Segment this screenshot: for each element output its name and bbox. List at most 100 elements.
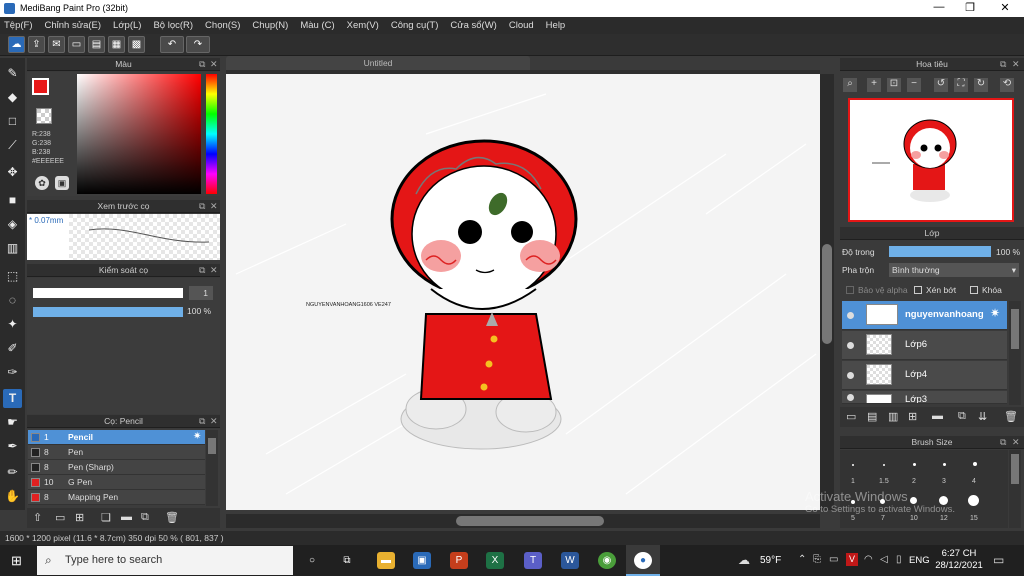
cortana-icon[interactable]: ○ xyxy=(303,552,321,569)
battery-icon[interactable]: ▯ xyxy=(896,554,902,565)
popout-icon[interactable]: ⧉ xyxy=(199,264,205,277)
palette-icon[interactable]: ✿ xyxy=(35,176,49,190)
size-dot-2[interactable] xyxy=(913,463,916,466)
menu-cloud[interactable]: Cloud xyxy=(509,17,540,34)
popout-icon[interactable]: ⧉ xyxy=(1000,58,1006,71)
popout-icon[interactable]: ⧉ xyxy=(199,200,205,213)
chevron-up-icon[interactable]: ⌃ xyxy=(798,554,806,565)
maximize-button[interactable]: ❐ xyxy=(955,1,985,14)
rotate-left-icon[interactable]: ↺ xyxy=(934,78,948,92)
menu-select[interactable]: Chọn(S) xyxy=(205,17,246,34)
zoom-out-icon[interactable]: − xyxy=(907,78,921,92)
file-explorer-icon[interactable]: ▬ xyxy=(377,552,395,569)
close-panel-icon[interactable]: ✕ xyxy=(210,200,218,213)
opacity-slider[interactable] xyxy=(33,307,183,317)
medibang-task[interactable]: ● xyxy=(626,545,660,576)
menu-help[interactable]: Help xyxy=(546,17,572,34)
weather-icon[interactable]: ☁ xyxy=(738,553,750,567)
layer-opacity-slider[interactable] xyxy=(889,246,991,257)
settings-icon[interactable]: ✷ xyxy=(193,431,201,442)
size-value[interactable]: 1 xyxy=(189,286,213,300)
task-view-icon[interactable]: ⧉ xyxy=(338,552,356,569)
duplicate-layer-icon[interactable]: ⧉ xyxy=(958,410,966,423)
gradient-tool-icon[interactable]: ▥ xyxy=(3,239,22,258)
new-color-layer-icon[interactable]: ▥ xyxy=(888,410,898,423)
clipping-checkbox[interactable] xyxy=(914,286,922,294)
menu-view[interactable]: Xem(V) xyxy=(347,17,385,34)
page-icon[interactable]: ▭ xyxy=(68,36,85,53)
hand-tool-icon[interactable]: ✋ xyxy=(3,487,22,506)
fill-rect-icon[interactable]: ■ xyxy=(3,191,22,210)
operation-tool-icon[interactable]: ☛ xyxy=(3,413,22,432)
folder-icon[interactable]: ▬ xyxy=(121,511,132,523)
brush-item-pen-sharp[interactable]: 8 Pen (Sharp) xyxy=(28,460,205,475)
popout-icon[interactable]: ⧉ xyxy=(199,58,205,71)
size-dot-15[interactable] xyxy=(968,495,979,506)
hue-slider[interactable] xyxy=(206,74,217,194)
menu-file[interactable]: Tệp(F) xyxy=(4,17,39,34)
size-slider[interactable] xyxy=(33,288,183,298)
fullscreen-icon[interactable]: ⛶ xyxy=(954,78,968,92)
brush-tool-icon[interactable]: ✎ xyxy=(3,64,22,83)
notification-icon[interactable]: ▭ xyxy=(993,553,1004,567)
close-panel-icon[interactable]: ✕ xyxy=(210,415,218,428)
close-panel-icon[interactable]: ✕ xyxy=(210,58,218,71)
close-panel-icon[interactable]: ✕ xyxy=(1012,58,1020,71)
rotate-right-icon[interactable]: ↻ xyxy=(974,78,988,92)
eyedropper-icon[interactable]: ✒ xyxy=(3,437,22,456)
saturation-value-picker[interactable] xyxy=(77,74,201,194)
menu-color[interactable]: Màu (C) xyxy=(300,17,340,34)
canvas-tab[interactable]: Untitled xyxy=(226,56,530,70)
canvas-vertical-scrollbar[interactable] xyxy=(820,74,834,510)
undo-icon[interactable]: ↶ xyxy=(160,36,184,53)
zoom-in-icon[interactable]: + xyxy=(867,78,881,92)
brush-item-pencil[interactable]: 1 Pencil ✷ xyxy=(28,430,205,445)
size-dot-1[interactable] xyxy=(852,464,854,466)
wifi-icon[interactable]: ◠ xyxy=(864,554,873,565)
menu-layer[interactable]: Lớp(L) xyxy=(113,17,147,34)
select-pen-icon[interactable]: ✐ xyxy=(3,339,22,358)
merge-layer-icon[interactable]: ⇊ xyxy=(978,410,987,423)
size-dot-12[interactable] xyxy=(939,496,948,505)
select-eraser-icon[interactable]: ✑ xyxy=(3,363,22,382)
menu-snap[interactable]: Chụp(N) xyxy=(252,17,294,34)
minimize-button[interactable]: — xyxy=(924,1,954,13)
magic-wand-icon[interactable]: ✦ xyxy=(3,315,22,334)
reset-view-icon[interactable]: ⟲ xyxy=(1000,78,1014,92)
menu-filter[interactable]: Bộ lọc(R) xyxy=(153,17,199,34)
copy-brush-icon[interactable]: ❏ xyxy=(101,511,111,524)
lock-checkbox[interactable] xyxy=(970,286,978,294)
fit-icon[interactable]: ⊡ xyxy=(887,78,901,92)
layer-row[interactable]: Lớp4 xyxy=(842,361,1007,390)
new-brush-icon[interactable]: ▭ xyxy=(55,511,65,524)
delete-layer-icon[interactable]: 🗑 xyxy=(1004,410,1018,423)
size-dot-3[interactable] xyxy=(943,463,946,466)
new-halftone-layer-icon[interactable]: ▤ xyxy=(867,410,877,423)
close-button[interactable]: ✕ xyxy=(990,1,1020,14)
visibility-icon[interactable] xyxy=(847,312,854,319)
brush-item-pen[interactable]: 8 Pen xyxy=(28,445,205,460)
layer-row[interactable]: Lớp3 xyxy=(842,391,1007,404)
grid-icon[interactable]: ▦ xyxy=(108,36,125,53)
meet-icon[interactable]: ▭ xyxy=(829,554,838,565)
visibility-icon[interactable] xyxy=(847,372,854,379)
folder-icon[interactable]: ▬ xyxy=(932,410,943,422)
select-rect-icon[interactable]: ⬚ xyxy=(3,267,22,286)
vivaldi-icon[interactable]: V xyxy=(846,553,858,566)
taskbar-search[interactable]: ⌕ Type here to search xyxy=(37,546,293,575)
visibility-icon[interactable] xyxy=(847,342,854,349)
pen-tool-icon[interactable]: ✏ xyxy=(3,463,22,482)
duplicate-icon[interactable]: ⧉ xyxy=(141,511,149,524)
document-icon[interactable]: ▤ xyxy=(88,36,105,53)
excel-icon[interactable]: X xyxy=(486,552,504,569)
canvas[interactable]: NGUYENVANHOANG1606 VE247 xyxy=(226,74,820,510)
menu-edit[interactable]: Chỉnh sửa(E) xyxy=(45,17,108,34)
swatch-icon[interactable]: ▣ xyxy=(55,176,69,190)
size-dot-1-5[interactable] xyxy=(883,464,885,466)
close-panel-icon[interactable]: ✕ xyxy=(1012,436,1020,449)
brush-item-g-pen[interactable]: 10 G Pen xyxy=(28,475,205,490)
add-layer-menu-icon[interactable]: ⊞ xyxy=(908,410,917,423)
layer-scrollbar[interactable] xyxy=(1009,301,1021,405)
delete-brush-icon[interactable]: 🗑 xyxy=(165,511,179,524)
brush-size-scrollbar[interactable] xyxy=(1009,450,1021,528)
